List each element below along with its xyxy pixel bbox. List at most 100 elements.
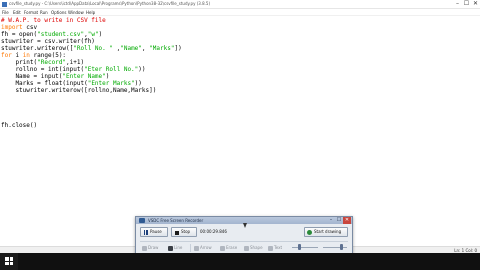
windows-logo-icon	[5, 257, 13, 265]
code-token: # W.A.P. to write in CSV file	[1, 17, 106, 24]
recorder-drawing-tools: Draw Line Arrow Erase Shape Text	[140, 241, 348, 252]
code-token: Name = input(	[1, 73, 63, 80]
close-button[interactable]: ✕	[471, 0, 480, 9]
code-line: fh = open("student.csv","w")	[1, 31, 102, 38]
mouse-cursor-icon	[243, 223, 247, 228]
pen-icon	[142, 245, 147, 251]
code-token: rollno = int(input(	[1, 66, 85, 73]
code-token: ))	[138, 66, 146, 73]
code-token: for	[1, 52, 12, 59]
code-token: "Enter Name"	[62, 73, 106, 80]
start-drawing-button[interactable]: Start drawing	[304, 227, 348, 237]
code-token: stuwriter.writerow([rollno,Name,Marks])	[1, 87, 157, 94]
pause-label: Pause	[150, 229, 162, 234]
code-token: "Eter Roll No."	[84, 66, 139, 73]
menu-help[interactable]: Help	[86, 9, 95, 16]
code-token: "student.csv"	[37, 31, 85, 38]
tool-text-label: Text	[274, 245, 283, 250]
code-line: # W.A.P. to write in CSV file	[1, 17, 106, 24]
code-token: "w"	[87, 31, 99, 38]
code-token: import	[1, 24, 23, 31]
code-token: stuwriter.writerow([	[1, 45, 74, 52]
code-token: )	[98, 31, 103, 38]
pause-button[interactable]: Pause	[140, 227, 168, 237]
stop-icon	[174, 230, 179, 235]
code-line: stuwriter.writerow([rollno,Name,Marks])	[1, 87, 156, 94]
arrow-icon	[194, 245, 199, 251]
menu-edit[interactable]: Edit	[13, 9, 21, 16]
recording-timer: 00:00:29.846	[200, 229, 227, 234]
opacity-slider[interactable]	[323, 247, 347, 248]
code-token: fh.close()	[1, 122, 38, 129]
pause-icon	[143, 230, 148, 235]
menu-bar: File Edit Format Run Options Window Help	[0, 9, 480, 16]
line-icon	[168, 245, 173, 251]
code-line: Name = input("Enter Name")	[1, 73, 109, 80]
tool-shape-label: Shape	[250, 245, 263, 250]
tool-line[interactable]: Line	[168, 244, 182, 252]
code-token: ])	[174, 45, 182, 52]
code-line: for i in range(5):	[1, 52, 66, 59]
recorder-title: VSDC Free Screen Recorder	[148, 218, 204, 223]
code-token: fh = open(	[1, 31, 38, 38]
python-idle-icon	[2, 2, 7, 7]
tool-draw[interactable]: Draw	[142, 244, 158, 252]
text-icon	[268, 245, 273, 251]
tool-arrow[interactable]: Arrow	[194, 244, 212, 252]
code-line: print("Record",i+1)	[1, 59, 84, 66]
brush-size-slider[interactable]	[292, 247, 318, 248]
menu-options[interactable]: Options	[51, 9, 66, 16]
tool-erase[interactable]: Erase	[220, 244, 237, 252]
code-line: fh.close()	[1, 122, 37, 129]
code-token: stuwriter = csv.writer(fh)	[1, 38, 95, 45]
code-token: Marks = float(input(	[1, 80, 88, 87]
code-line: rollno = int(input("Eter Roll No."))	[1, 66, 146, 73]
menu-file[interactable]: File	[2, 9, 9, 16]
maximize-button[interactable]: ☐	[462, 0, 471, 9]
tool-shape[interactable]: Shape	[244, 244, 263, 252]
code-token: in	[22, 52, 30, 59]
code-line: import csv	[1, 24, 37, 31]
stop-button[interactable]: Stop	[171, 227, 197, 237]
tool-arrow-label: Arrow	[200, 245, 212, 250]
start-button[interactable]	[0, 253, 18, 270]
code-token: "Record"	[37, 59, 67, 66]
recorder-minimize-button[interactable]: –	[327, 217, 335, 224]
code-token: i	[11, 52, 23, 59]
tool-draw-label: Draw	[148, 245, 159, 250]
eraser-icon	[220, 245, 225, 251]
code-token: csv	[22, 24, 38, 31]
menu-window[interactable]: Window	[68, 9, 84, 16]
code-token: ,i+1)	[66, 59, 85, 66]
draw-mode-icon	[307, 230, 312, 235]
tool-separator	[190, 244, 191, 252]
code-line: stuwriter.writerow(["Roll No. " ,"Name",…	[1, 45, 182, 52]
code-token: "Marks"	[149, 45, 175, 52]
tool-erase-label: Erase	[226, 245, 238, 250]
start-drawing-label: Start drawing	[314, 229, 342, 234]
window-titlebar: csvfile_study.py - C:\Users\ictd\AppData…	[0, 0, 480, 9]
menu-run[interactable]: Run	[40, 9, 48, 16]
menu-format[interactable]: Format	[24, 9, 38, 16]
recorder-logo-icon	[139, 218, 145, 223]
tool-text[interactable]: Text	[268, 244, 282, 252]
recorder-controls: Pause Stop 00:00:29.846 Start drawing	[140, 227, 348, 237]
taskbar	[0, 253, 480, 270]
minimize-button[interactable]: –	[453, 0, 462, 9]
code-line: Marks = float(input("Enter Marks"))	[1, 80, 142, 87]
code-token: range(5):	[29, 52, 67, 59]
code-line: stuwriter = csv.writer(fh)	[1, 38, 95, 45]
opacity-thumb[interactable]	[340, 244, 343, 250]
code-token: "Enter Marks"	[87, 80, 135, 87]
recorder-close-button[interactable]: ✕	[343, 217, 351, 224]
brush-size-thumb[interactable]	[298, 244, 301, 250]
code-token: ))	[134, 80, 142, 87]
code-token: print(	[1, 59, 38, 66]
code-token: )	[105, 73, 110, 80]
code-token: "Name"	[120, 45, 142, 52]
window-title: csvfile_study.py - C:\Users\ictd\AppData…	[9, 1, 211, 6]
recorder-expand-button[interactable]: ☐	[335, 217, 343, 224]
tool-line-label: Line	[174, 245, 183, 250]
code-editor[interactable]: # W.A.P. to write in CSV file import csv f…	[0, 16, 480, 246]
stop-label: Stop	[181, 229, 191, 234]
